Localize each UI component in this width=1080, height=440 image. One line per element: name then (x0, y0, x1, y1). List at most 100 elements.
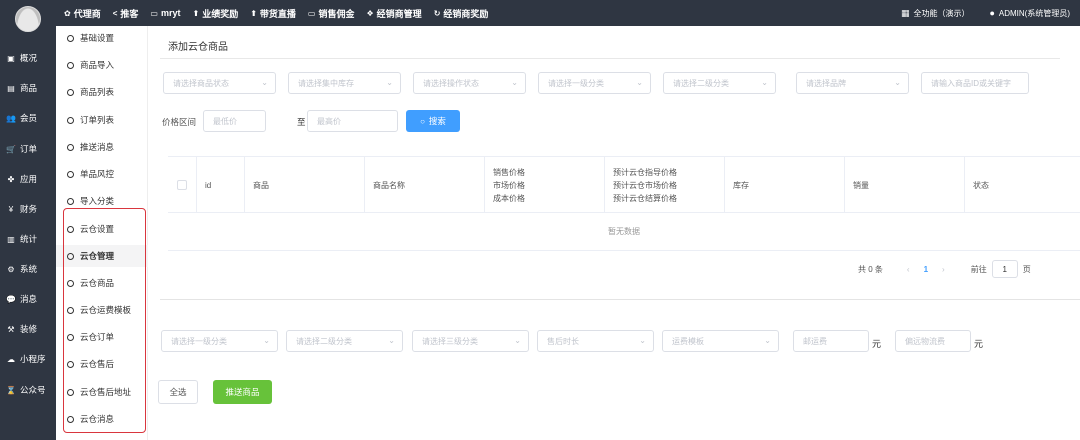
avatar-area (0, 0, 56, 40)
submenu-item-label: 云仓消息 (80, 414, 115, 424)
submenu-item-goods-list[interactable]: 商品列表 (56, 81, 148, 103)
submenu-item-cloud-aftersale-address[interactable]: 云仓售后地址 (56, 381, 148, 403)
sidebar-item-orders[interactable]: 🛒 订单 (0, 139, 56, 159)
nav-dealer-reward[interactable]: ↻ 经销商奖励 (434, 7, 489, 20)
category-level1-select[interactable]: 请选择一级分类 ⌄ (538, 72, 651, 94)
submenu-item-cloud-messages[interactable]: 云仓消息 (56, 408, 148, 430)
select-placeholder: 请选择操作状态 (423, 78, 479, 88)
circle-icon (67, 197, 74, 205)
sidebar-item-messages[interactable]: 💬 消息 (0, 289, 56, 309)
submenu-item-cloud-freight-template[interactable]: 云仓运费模板 (56, 299, 148, 321)
sidebar-item-decoration[interactable]: ⚒ 装修 (0, 319, 56, 339)
chevron-down-icon: ⌄ (636, 78, 643, 87)
select-placeholder: 运费模板 (672, 336, 704, 346)
sidebar-item-label: 概况 (20, 53, 38, 63)
column-header-label: 商品 (253, 180, 269, 190)
sidebar-item-members[interactable]: 👥 会员 (0, 108, 56, 128)
submenu-item-cloud-management[interactable]: 云仓管理 (56, 245, 148, 267)
goods-status-select[interactable]: 请选择商品状态 ⌄ (163, 72, 276, 94)
sidebar-item-label: 小程序 (20, 354, 46, 364)
user-menu[interactable]: ● ADMIN(系统管理员) (989, 8, 1070, 19)
sidebar-item-system[interactable]: ⚙ 系统 (0, 259, 56, 279)
nav-mryt[interactable]: ▭ mryt (150, 8, 180, 18)
submenu-item-cloud-goods[interactable]: 云仓商品 (56, 272, 148, 294)
push-category-level2-select[interactable]: 请选择二级分类 ⌄ (286, 330, 403, 352)
select-all-button[interactable]: 全选 (158, 380, 198, 404)
goto-page-input[interactable]: 1 (991, 260, 1018, 278)
submenu-item-cloud-aftersale[interactable]: 云仓售后 (56, 353, 148, 375)
nav-agent[interactable]: ✿ 代理商 (64, 7, 101, 20)
submenu-item-cloud-orders[interactable]: 云仓订单 (56, 326, 148, 348)
max-price-input[interactable]: 最高价 (307, 110, 398, 132)
select-placeholder: 请选择一级分类 (548, 78, 604, 88)
page-title: 添加云仓商品 (168, 42, 228, 53)
chevron-down-icon: ⌄ (514, 336, 521, 345)
submenu-item-risk-control[interactable]: 单品风控 (56, 163, 148, 185)
nav-label: 经销商奖励 (443, 8, 489, 19)
top-right-label: ADMIN(系统管理员) (998, 8, 1070, 18)
col-id: id (196, 157, 244, 213)
arrow-up-icon: ⬆ (250, 8, 257, 18)
input-placeholder: 偏远物流费 (905, 336, 945, 346)
all-features-button[interactable]: ▦ 全功能（演示） (901, 8, 970, 19)
brand-select[interactable]: 请选择品牌 ⌄ (796, 72, 909, 94)
submenu-item-order-list[interactable]: 订单列表 (56, 109, 148, 131)
sidebar-item-statistics[interactable]: ▥ 统计 (0, 229, 56, 249)
submenu-item-import-categories[interactable]: 导入分类 (56, 190, 148, 212)
category-level2-select[interactable]: 请选择二级分类 ⌄ (663, 72, 776, 94)
circle-icon (67, 34, 74, 42)
next-page-button[interactable]: › (942, 265, 945, 274)
user-icon: ● (989, 8, 995, 18)
page-unit-label: 页 (1022, 264, 1031, 274)
freight-template-select[interactable]: 运费模板 ⌄ (662, 330, 779, 352)
sidebar-item-apps[interactable]: ✤ 应用 (0, 169, 56, 189)
sidebar-item-mini-program[interactable]: ☁ 小程序 (0, 349, 56, 369)
secondary-menu: 基础设置 商品导入 商品列表 订单列表 推送消息 单品风控 导入分类 云仓设置 … (56, 26, 148, 440)
sidebar-item-goods[interactable]: ▤ 商品 (0, 78, 56, 98)
chevron-down-icon: ⌄ (511, 78, 518, 87)
stock-select[interactable]: 请选择集中库存 ⌄ (288, 72, 401, 94)
nav-dealer-management[interactable]: ❖ 经销商管理 (367, 7, 422, 20)
submenu-item-label: 云仓商品 (80, 278, 115, 288)
select-all-checkbox[interactable] (177, 180, 187, 190)
submenu-item-basic-settings[interactable]: 基础设置 (56, 27, 148, 49)
submenu-item-goods-import[interactable]: 商品导入 (56, 54, 148, 76)
col-sales: 销量 (844, 157, 964, 213)
nav-label: 业绩奖励 (202, 8, 239, 19)
total-count: 共 0 条 (858, 264, 883, 274)
search-button[interactable]: ○ 搜索 (406, 110, 460, 132)
column-header-label: 库存 (733, 180, 749, 190)
grid-icon: ▦ (900, 7, 910, 18)
select-placeholder: 请选择三级分类 (422, 336, 478, 346)
aftersale-duration-select[interactable]: 售后时长 ⌄ (537, 330, 654, 352)
sidebar-item-label: 应用 (20, 174, 38, 184)
submenu-item-cloud-settings[interactable]: 云仓设置 (56, 218, 148, 240)
push-category-level3-select[interactable]: 请选择三级分类 ⌄ (412, 330, 529, 352)
sidebar-item-overview[interactable]: ▣ 概况 (0, 48, 56, 68)
nav-sales-commission[interactable]: ▭ 销售佣金 (308, 7, 355, 20)
top-right: ▦ 全功能（演示） ● ADMIN(系统管理员) (881, 0, 1070, 26)
prev-page-button[interactable]: ‹ (907, 265, 910, 274)
push-category-level1-select[interactable]: 请选择一级分类 ⌄ (161, 330, 278, 352)
top-nav: ✿ 代理商 < 推客 ▭ mryt ⬆ 业绩奖励 ⬆ 带货直播 ▭ 销售佣金 ❖ 经销商管理 … (64, 0, 500, 26)
remote-freight-input[interactable]: 偏远物流费 (895, 330, 971, 352)
min-price-input[interactable]: 最低价 (203, 110, 266, 132)
submenu-item-push-messages[interactable]: 推送消息 (56, 136, 148, 158)
push-goods-button[interactable]: 推送商品 (213, 380, 272, 404)
search-icon: ○ (420, 116, 425, 126)
page-number[interactable]: 1 (924, 265, 928, 274)
column-header-label: 状态 (973, 180, 989, 190)
submenu-item-label: 云仓售后 (80, 359, 115, 369)
circle-icon (67, 279, 74, 287)
keyword-input[interactable]: 请输入商品ID或关键字 (921, 72, 1029, 94)
sidebar-item-official-account[interactable]: ⌛ 公众号 (0, 380, 56, 400)
select-all-cell (168, 157, 196, 213)
freight-input[interactable]: 邮运费 (793, 330, 869, 352)
sidebar-item-finance[interactable]: ¥ 财务 (0, 199, 56, 219)
nav-promoter[interactable]: < 推客 (113, 7, 139, 20)
avatar[interactable] (15, 6, 41, 32)
operation-status-select[interactable]: 请选择操作状态 ⌄ (413, 72, 526, 94)
nav-live-selling[interactable]: ⬆ 带货直播 (250, 7, 296, 20)
nav-performance-reward[interactable]: ⬆ 业绩奖励 (192, 7, 238, 20)
table-header: id 商品 商品名称 销售价格 市场价格 成本价格 预计云仓指导价格 预计云仓市场价格… (168, 157, 1080, 213)
